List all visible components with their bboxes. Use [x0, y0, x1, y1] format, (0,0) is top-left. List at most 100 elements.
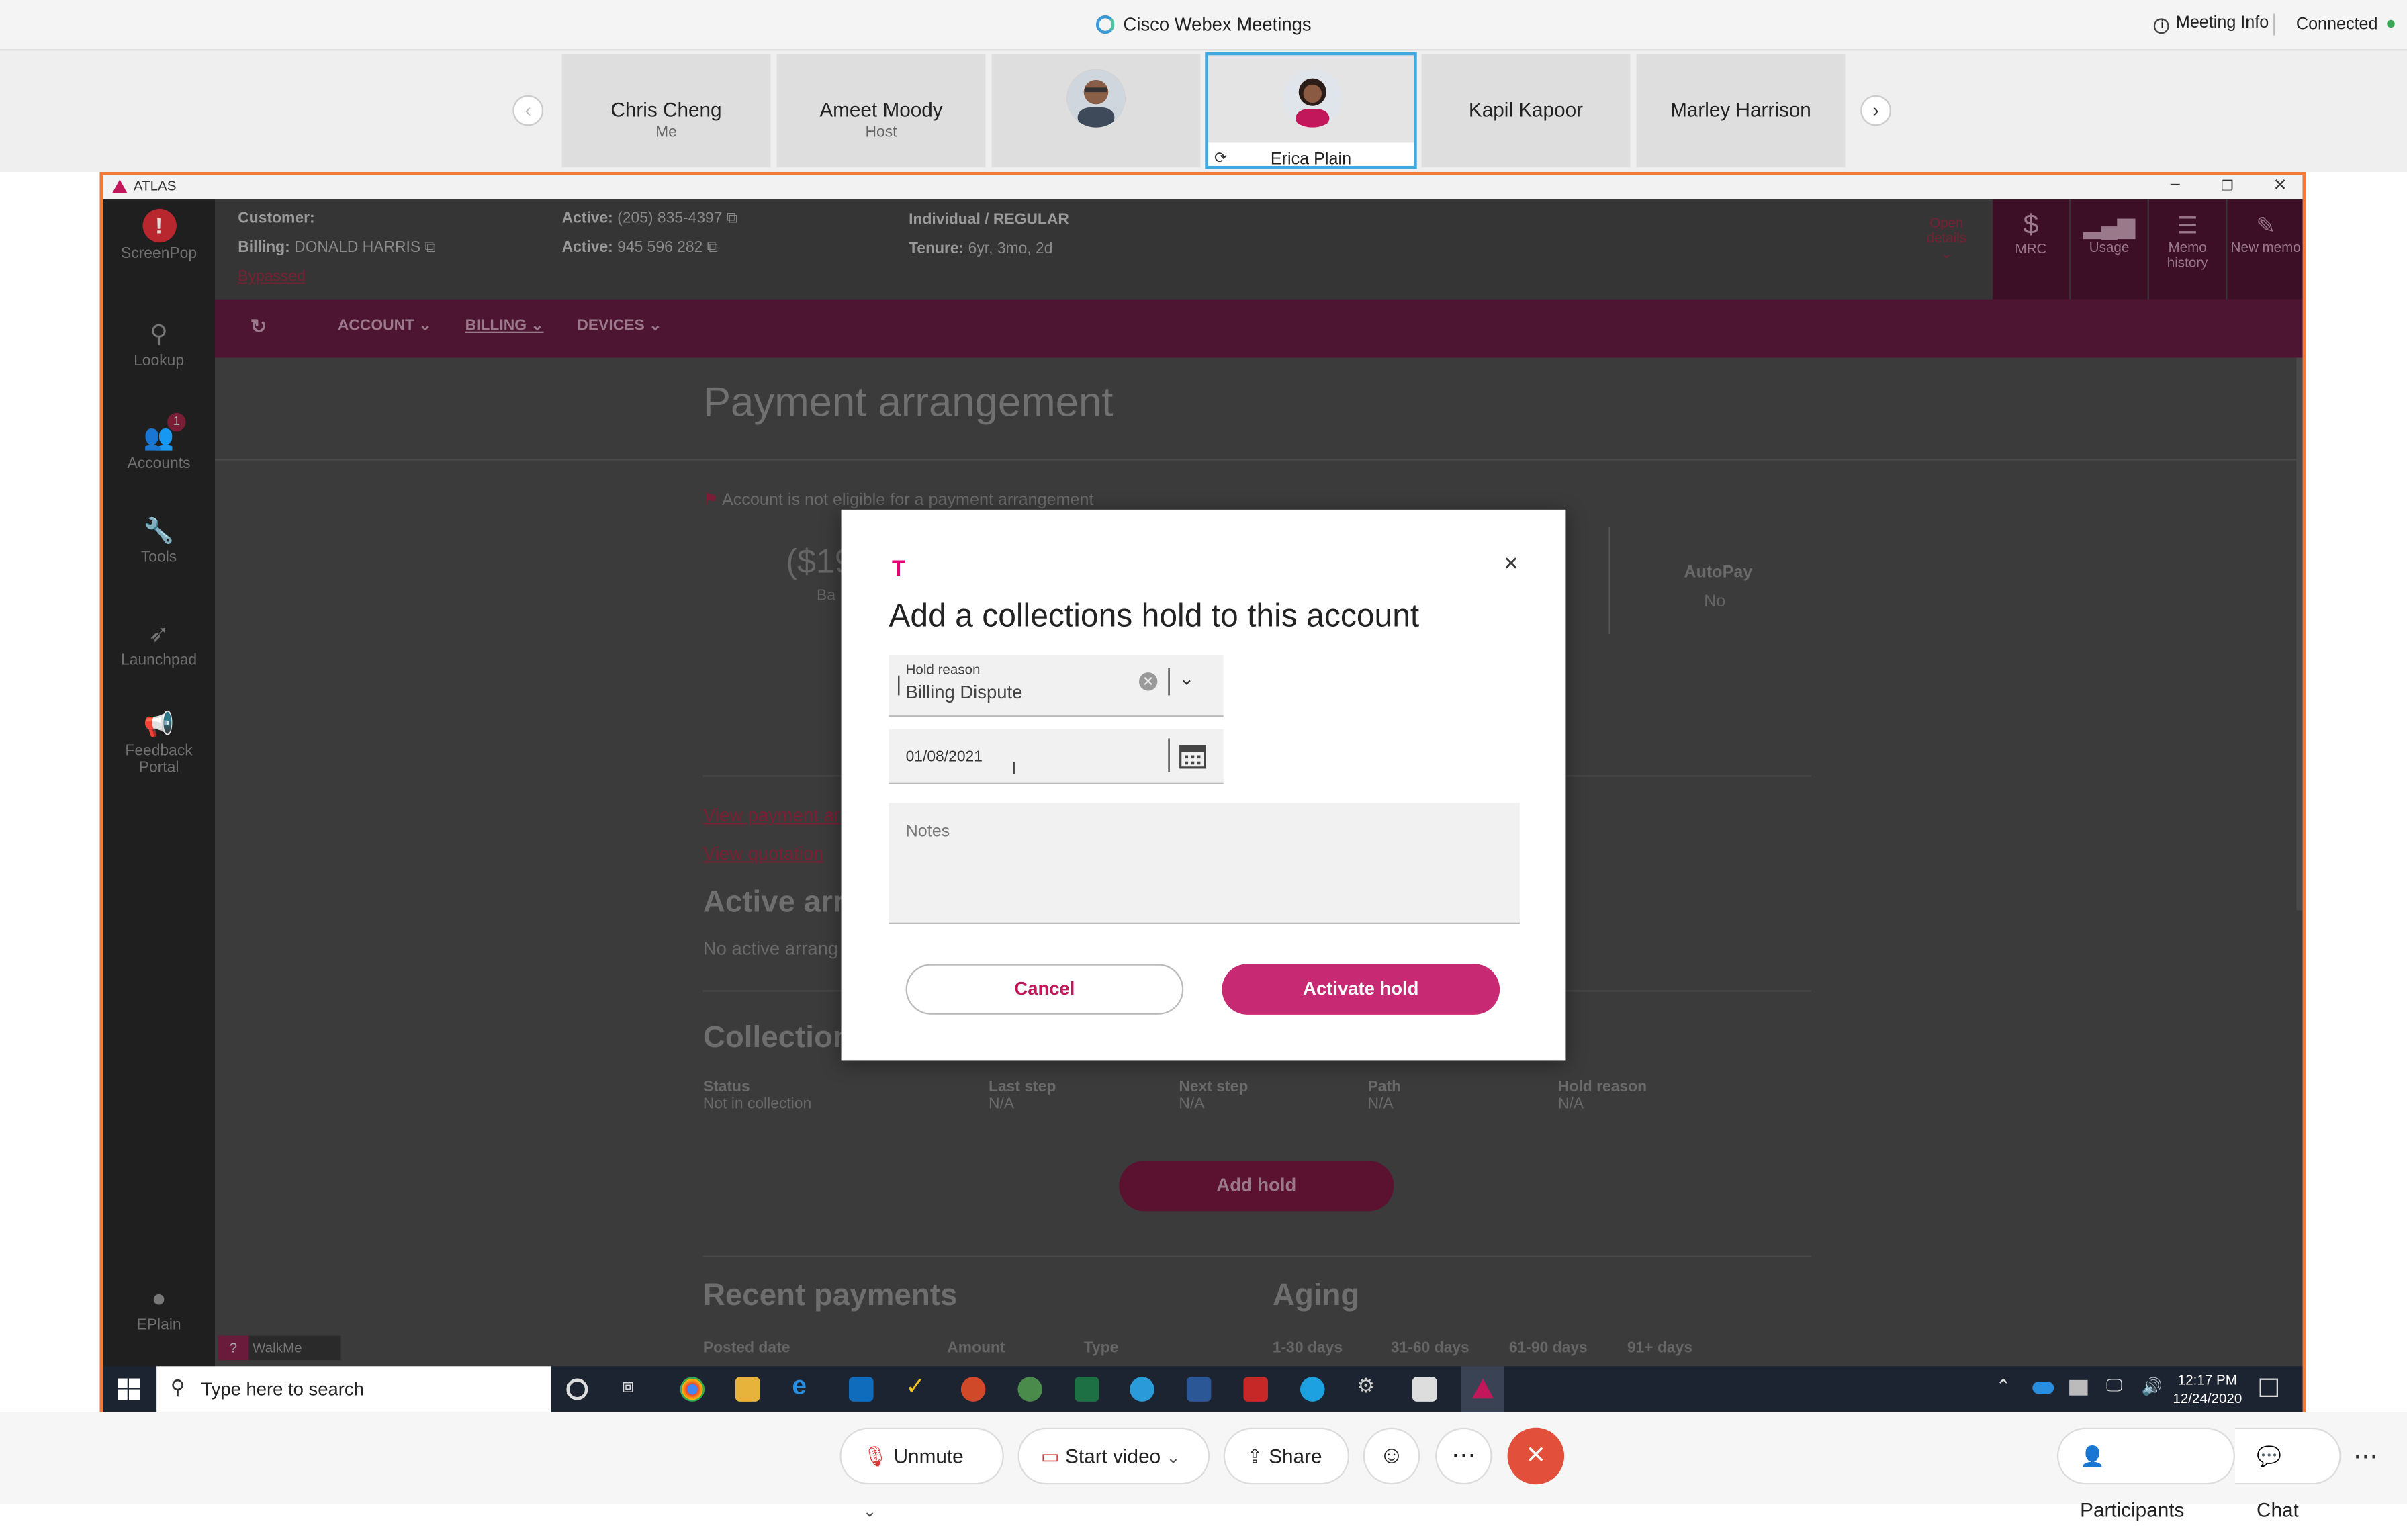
- windows-start-icon[interactable]: [118, 1378, 140, 1408]
- copy-icon[interactable]: ⧉: [727, 210, 737, 227]
- edge-icon[interactable]: [1130, 1377, 1154, 1402]
- participant-tile[interactable]: Kapil Kapoor: [1421, 53, 1631, 168]
- sidebar-item-launchpad[interactable]: ➶ Launchpad: [103, 619, 215, 670]
- restore-icon[interactable]: ❐: [2221, 178, 2233, 195]
- view-payment-link[interactable]: View payment ar: [703, 805, 840, 826]
- memo-history-button[interactable]: ☰ Memo history: [2148, 199, 2226, 300]
- participant-tile[interactable]: Marley Harrison: [1636, 53, 1846, 168]
- atlas-taskbar-icon[interactable]: [1461, 1366, 1504, 1412]
- start-video-button[interactable]: ▭ Start video ⌄: [1017, 1427, 1210, 1485]
- powerpoint-icon[interactable]: [960, 1377, 986, 1402]
- meeting-controls: 🎙 Unmute ⌄ ▭ Start video ⌄ ⇪ Share ☺ ⋯ ✕…: [0, 1412, 2407, 1521]
- share-button[interactable]: ⇪ Share: [1223, 1427, 1350, 1485]
- acrobat-icon[interactable]: [1243, 1377, 1268, 1402]
- volume-icon[interactable]: 🔊: [2142, 1377, 2163, 1397]
- sidebar-item-label: Tools: [140, 549, 177, 567]
- clear-icon[interactable]: ✕: [1138, 672, 1158, 691]
- close-icon[interactable]: ×: [1504, 551, 1518, 579]
- bypassed-link[interactable]: Bypassed: [238, 269, 305, 285]
- unmute-button[interactable]: 🎙 Unmute ⌄: [839, 1427, 1004, 1521]
- nav-billing[interactable]: BILLING ⌄: [465, 318, 544, 334]
- date-field[interactable]: 01/08/2021 I: [889, 729, 1224, 784]
- sidebar-item-feedback[interactable]: 📢 Feedback Portal: [103, 709, 215, 777]
- next-participants-button[interactable]: ›: [1860, 95, 1891, 126]
- collections-col: Next step N/A: [1179, 1079, 1248, 1114]
- mrc-button[interactable]: $ MRC: [1992, 199, 2070, 300]
- nav-label: ACCOUNT: [337, 318, 415, 335]
- internet-explorer-icon[interactable]: e: [792, 1371, 817, 1400]
- participants-button[interactable]: 👤 Participants: [2056, 1427, 2235, 1521]
- leave-meeting-button[interactable]: ✕: [1507, 1427, 1565, 1485]
- chat-button[interactable]: 💬 Chat: [2234, 1427, 2341, 1521]
- chevron-down-icon: ⌄: [862, 1502, 877, 1522]
- notifications-icon[interactable]: [2259, 1378, 2278, 1397]
- sidebar-item-label: Launchpad: [120, 652, 197, 670]
- onedrive-icon[interactable]: [2032, 1382, 2054, 1394]
- new-memo-button[interactable]: ✎ New memo: [2227, 199, 2303, 300]
- outlook-icon[interactable]: [848, 1377, 874, 1402]
- refresh-icon[interactable]: ↻: [251, 315, 267, 340]
- more-icon[interactable]: ⋯: [2353, 1441, 2378, 1472]
- device-icon[interactable]: [2069, 1379, 2088, 1396]
- collections-col: Hold reason N/A: [1557, 1079, 1647, 1114]
- file-explorer-icon[interactable]: [735, 1377, 760, 1402]
- view-quotation-link[interactable]: View quotation: [703, 843, 823, 864]
- notes-textarea[interactable]: Notes: [889, 803, 1520, 924]
- excel-icon[interactable]: [1074, 1377, 1099, 1402]
- hold-reason-select[interactable]: Hold reason Billing Dispute ✕ ⌄: [889, 655, 1224, 717]
- word-icon[interactable]: [1186, 1377, 1212, 1402]
- activate-hold-button[interactable]: Activate hold: [1222, 964, 1500, 1015]
- nav-account[interactable]: ACCOUNT ⌄: [338, 318, 432, 334]
- webex-taskbar-icon[interactable]: [1017, 1377, 1042, 1402]
- sidebar-item-user[interactable]: ● EPlain: [103, 1286, 215, 1334]
- taskbar-search[interactable]: ⚲ Type here to search: [156, 1366, 551, 1412]
- add-hold-button[interactable]: Add hold: [1119, 1160, 1394, 1212]
- network-tool-icon[interactable]: ⚙: [1357, 1374, 1382, 1399]
- close-window-icon[interactable]: ✕: [2273, 175, 2287, 195]
- skype-icon[interactable]: [1300, 1377, 1325, 1402]
- participant-tile-active-speaker[interactable]: Erica Plain ⟳: [1205, 52, 1417, 169]
- reactions-button[interactable]: ☺: [1363, 1427, 1420, 1485]
- open-details-button[interactable]: Open details ⌄: [1913, 215, 1981, 263]
- participant-tile[interactable]: Ameet Moody Host: [776, 53, 986, 168]
- network-icon[interactable]: 🖵: [2106, 1377, 2122, 1397]
- memo-history-label: Memo history: [2167, 239, 2208, 271]
- page-title: Payment arrangement: [702, 379, 1114, 426]
- system-clock[interactable]: 12:17 PM 12/24/2020: [2172, 1371, 2242, 1408]
- tasks-icon[interactable]: ✓: [906, 1372, 931, 1400]
- sidebar-item-accounts[interactable]: 👥 Accounts 1: [103, 412, 215, 473]
- hold-reason-value: Billing Dispute: [905, 681, 1023, 703]
- cancel-button[interactable]: Cancel: [905, 964, 1184, 1015]
- usage-button[interactable]: ▂▄▆ Usage: [2071, 199, 2148, 300]
- balance-label: Ba: [816, 588, 835, 605]
- scrollbar[interactable]: [2296, 357, 2303, 911]
- minimize-icon[interactable]: –: [2171, 175, 2180, 193]
- cortana-icon[interactable]: [566, 1378, 588, 1400]
- sidebar-item-tools[interactable]: 🔧 Tools: [103, 516, 215, 567]
- sidebar-item-lookup[interactable]: ⚲ Lookup: [103, 319, 215, 370]
- active-label: Active:: [561, 239, 613, 257]
- meeting-info-button[interactable]: i Meeting Info: [2154, 14, 2269, 34]
- open-details-label: Open details: [1926, 214, 1966, 246]
- calendar-icon[interactable]: [1179, 741, 1206, 777]
- chevron-up-icon[interactable]: ⌃: [1995, 1375, 2011, 1397]
- muted-mic-icon: 🎙: [862, 1444, 889, 1468]
- task-view-icon[interactable]: ⧈: [622, 1374, 647, 1399]
- column-header: 1-30 days: [1272, 1340, 1343, 1357]
- chrome-icon[interactable]: [680, 1377, 705, 1402]
- dollar-icon: $: [2023, 208, 2039, 240]
- document-icon[interactable]: [1412, 1377, 1437, 1402]
- more-options-button[interactable]: ⋯: [1435, 1427, 1492, 1485]
- notes-placeholder: Notes: [905, 823, 950, 842]
- participant-tile[interactable]: Chris Cheng Me: [561, 53, 771, 168]
- recent-payments-heading: Recent payments: [702, 1278, 958, 1313]
- nav-devices[interactable]: DEVICES ⌄: [577, 318, 662, 334]
- sidebar-item-screenpop[interactable]: ! ScreenPop: [103, 208, 215, 263]
- copy-icon[interactable]: ⧉: [707, 240, 718, 257]
- chevron-down-icon[interactable]: ⌄: [1179, 668, 1194, 689]
- connected-dot-icon: [2387, 19, 2395, 28]
- copy-icon[interactable]: ⧉: [424, 240, 435, 257]
- walkme-widget[interactable]: ? WalkMe: [218, 1335, 341, 1361]
- participant-tile[interactable]: [991, 53, 1201, 168]
- prev-participants-button[interactable]: ‹: [512, 95, 544, 126]
